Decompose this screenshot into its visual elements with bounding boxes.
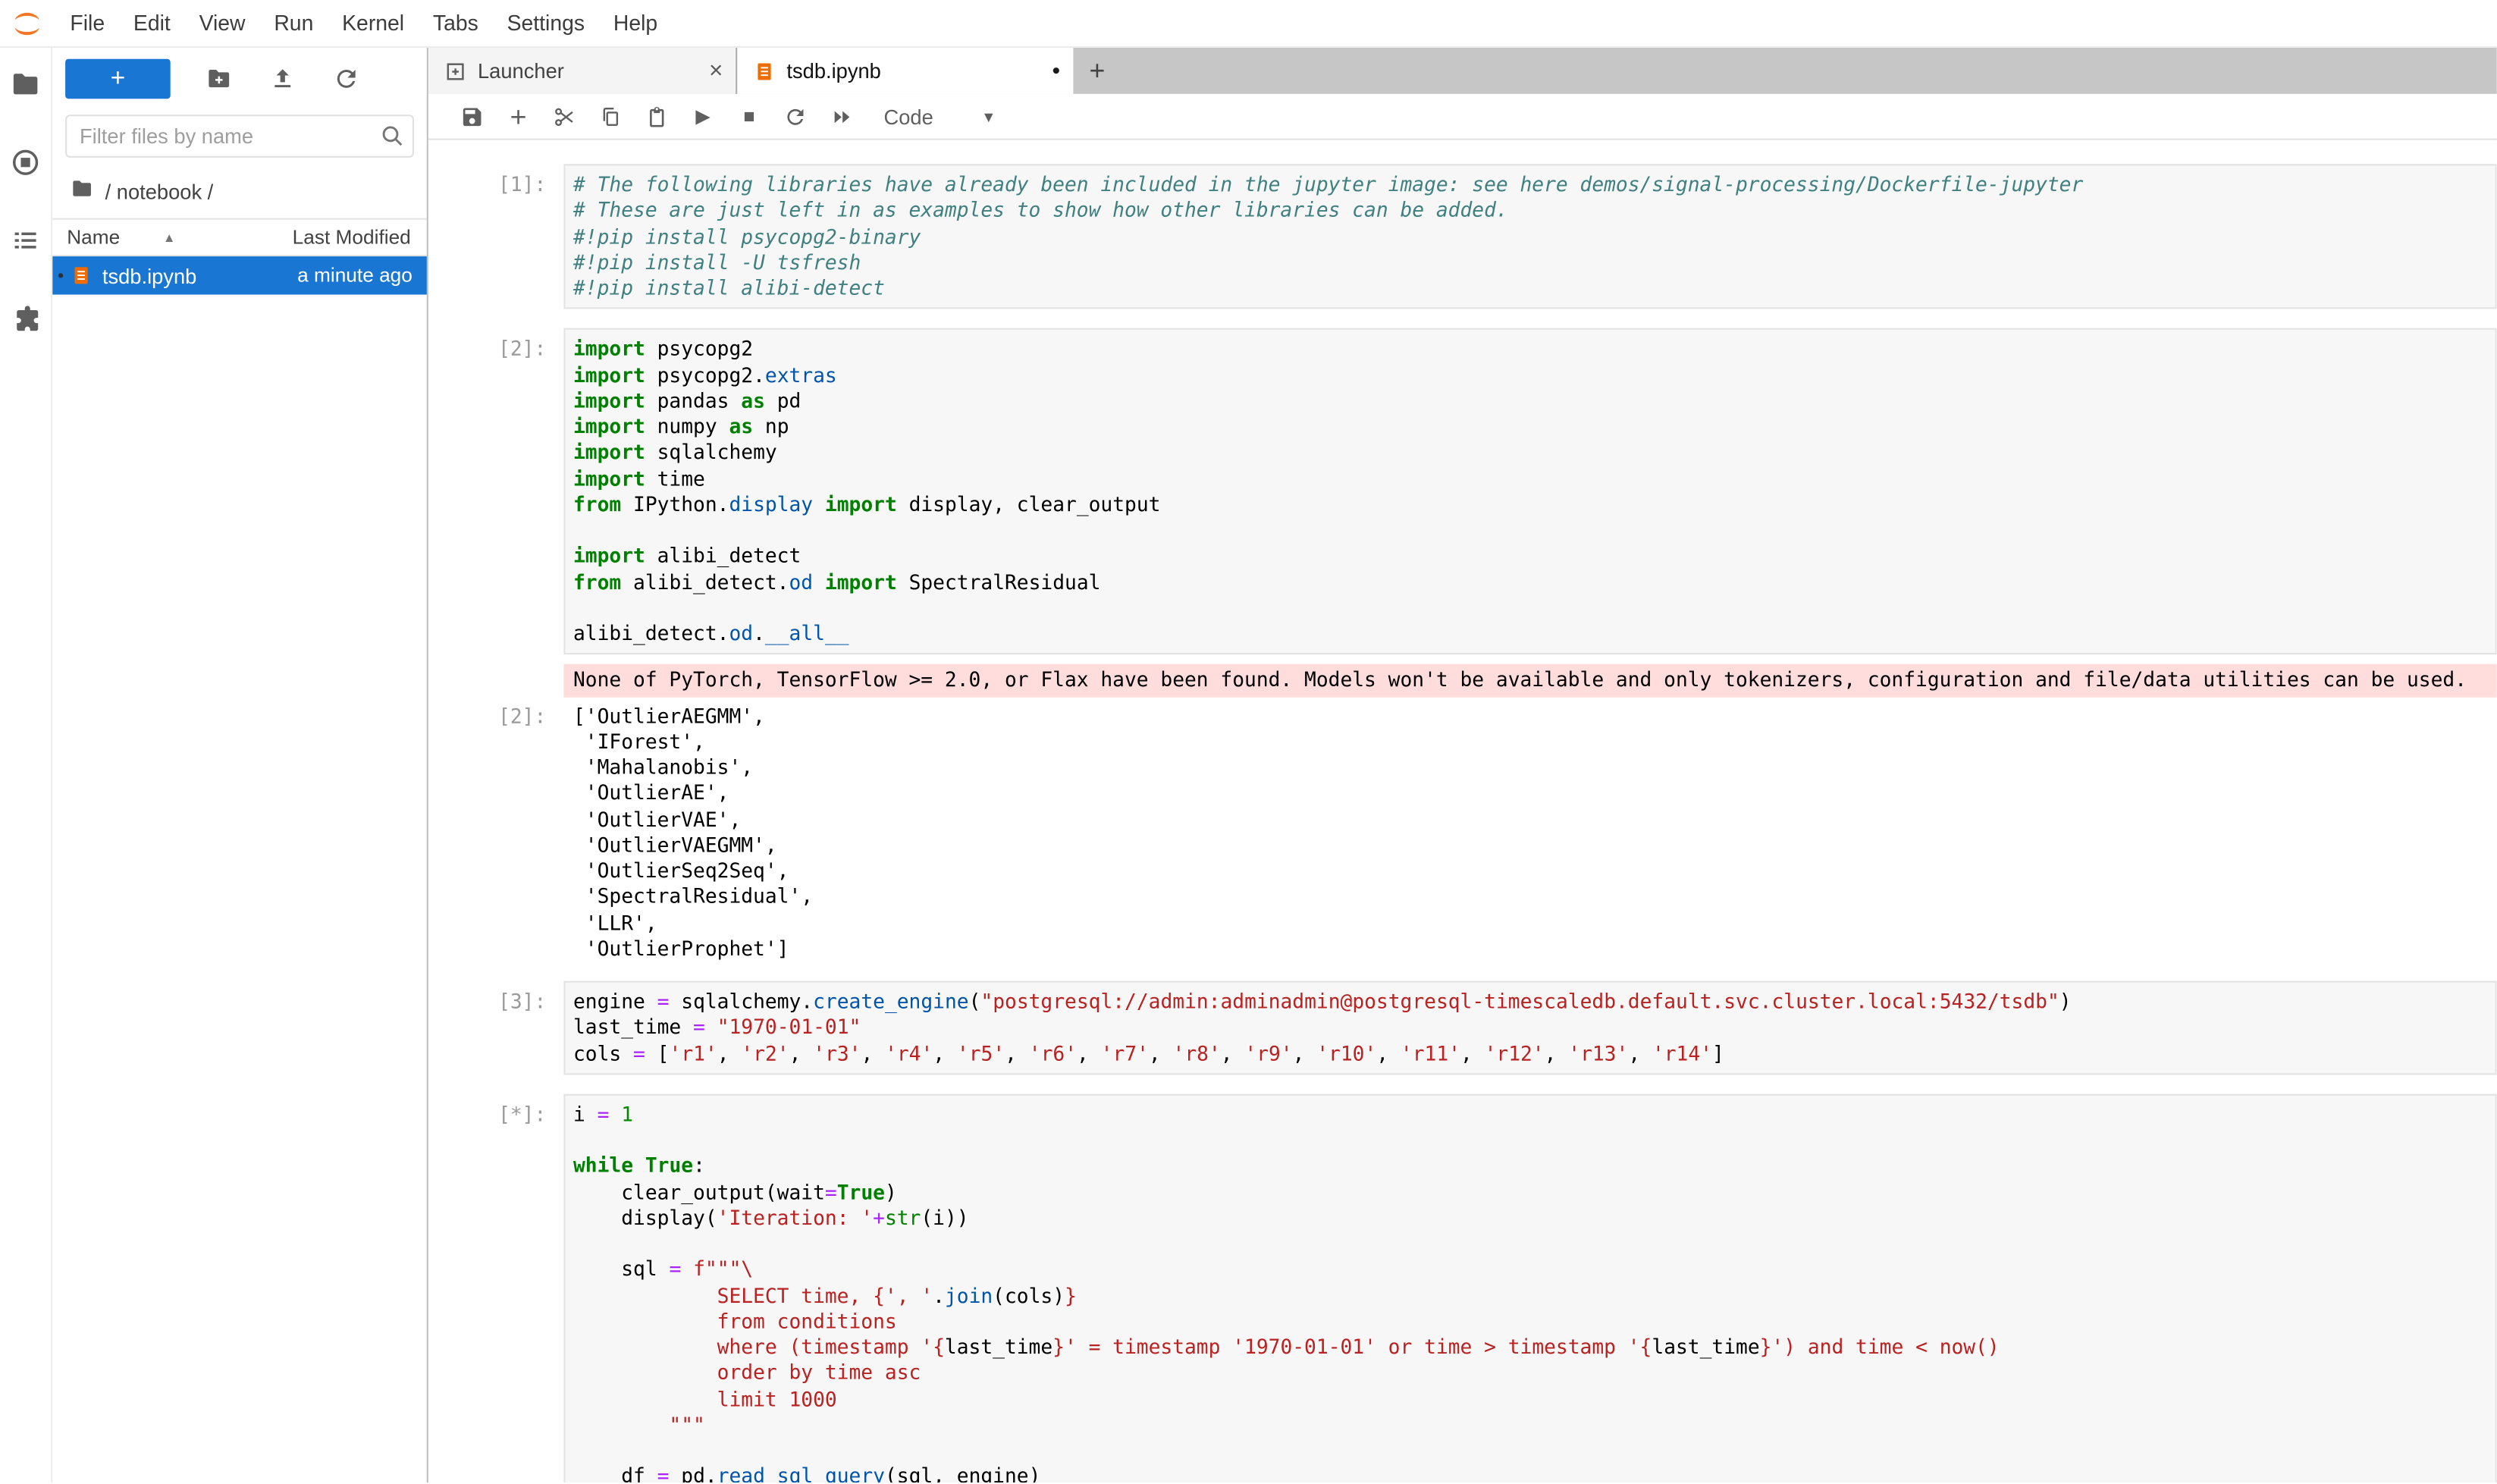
tab-label: tsdb.ipynb bbox=[786, 59, 880, 83]
filter-files-input[interactable] bbox=[65, 115, 414, 158]
file-browser-toolbar: + bbox=[52, 48, 427, 107]
run-cell-button[interactable]: ▶ bbox=[680, 97, 726, 135]
restart-kernel-button[interactable] bbox=[772, 97, 818, 135]
output-prompt: [2]: bbox=[428, 703, 564, 962]
extension-manager-icon[interactable] bbox=[10, 303, 42, 334]
save-button[interactable] bbox=[449, 97, 495, 135]
menu-help[interactable]: Help bbox=[599, 11, 672, 35]
home-folder-icon[interactable] bbox=[70, 177, 94, 206]
upload-button[interactable] bbox=[250, 60, 314, 98]
launcher-icon bbox=[444, 60, 466, 82]
unsaved-dot-icon[interactable]: ● bbox=[1052, 64, 1060, 78]
filter-files bbox=[65, 115, 414, 158]
paste-cells-button[interactable] bbox=[634, 97, 680, 135]
execution-prompt: [3]: bbox=[428, 981, 564, 1075]
breadcrumb: / notebook / bbox=[52, 167, 427, 216]
notebook-toolbar: ▶ ■ Code ▾ bbox=[428, 94, 2497, 140]
unsaved-dot-icon: ● bbox=[58, 270, 64, 281]
menu-run[interactable]: Run bbox=[259, 11, 328, 35]
jupyter-logo-icon bbox=[10, 5, 45, 40]
code-editor[interactable]: # The following libraries have already b… bbox=[563, 164, 2496, 309]
menu-bar: File Edit View Run Kernel Tabs Settings … bbox=[0, 0, 2497, 48]
output-prompt bbox=[428, 664, 564, 697]
execution-prompt: [*]: bbox=[428, 1093, 564, 1482]
sort-ascending-icon: ▲ bbox=[163, 230, 176, 244]
notebook-cell: [3]:engine = sqlalchemy.create_engine("p… bbox=[428, 981, 2497, 1075]
menu-view[interactable]: View bbox=[185, 11, 260, 35]
file-browser-icon[interactable] bbox=[10, 68, 42, 100]
notebook-cells: [1]:# The following libraries have alrea… bbox=[428, 164, 2497, 1482]
notebook-file-icon bbox=[753, 60, 775, 82]
menu-tabs[interactable]: Tabs bbox=[419, 11, 493, 35]
file-last-modified: a minute ago bbox=[297, 265, 413, 287]
menu-file[interactable]: File bbox=[56, 11, 120, 35]
search-icon bbox=[379, 123, 406, 150]
file-name: tsdb.ipynb bbox=[102, 264, 196, 288]
code-editor[interactable]: i = 1 while True: clear_output(wait=True… bbox=[563, 1093, 2496, 1482]
main-workspace: Launcher × tsdb.ipynb ● + bbox=[428, 48, 2497, 1482]
cell-type-value: Code bbox=[884, 105, 933, 129]
copy-cells-button[interactable] bbox=[588, 97, 634, 135]
refresh-button[interactable] bbox=[314, 60, 378, 98]
file-browser: + / notebo bbox=[52, 48, 428, 1482]
file-listing-header: Name ▲ Last Modified bbox=[52, 218, 427, 256]
chevron-down-icon: ▾ bbox=[984, 106, 993, 127]
code-editor[interactable]: import psycopg2import psycopg2.extrasimp… bbox=[563, 328, 2496, 654]
insert-cell-button[interactable] bbox=[495, 97, 541, 135]
notebook-file-icon bbox=[71, 265, 93, 287]
tab-bar: Launcher × tsdb.ipynb ● + bbox=[428, 48, 2497, 94]
notebook-cell: [2]:import psycopg2import psycopg2.extra… bbox=[428, 328, 2497, 962]
notebook-cell: [*]:i = 1 while True: clear_output(wait=… bbox=[428, 1093, 2497, 1482]
notebook-cell: [1]:# The following libraries have alrea… bbox=[428, 164, 2497, 309]
file-row-tsdb-ipynb[interactable]: ● tsdb.ipynb a minute ago bbox=[52, 256, 427, 294]
restart-run-all-button[interactable] bbox=[818, 97, 864, 135]
activity-bar bbox=[0, 48, 52, 1482]
interrupt-kernel-button[interactable]: ■ bbox=[726, 97, 773, 135]
close-icon[interactable]: × bbox=[709, 59, 723, 83]
execution-prompt: [1]: bbox=[428, 164, 564, 309]
cell-type-dropdown[interactable]: Code ▾ bbox=[884, 105, 993, 129]
menu-kernel[interactable]: Kernel bbox=[328, 11, 419, 35]
new-launcher-button[interactable]: + bbox=[65, 59, 171, 99]
new-tab-button[interactable]: + bbox=[1073, 48, 1121, 94]
execution-prompt: [2]: bbox=[428, 328, 564, 654]
new-folder-button[interactable] bbox=[187, 60, 250, 98]
breadcrumb-path[interactable]: / notebook / bbox=[105, 179, 214, 203]
table-of-contents-icon[interactable] bbox=[10, 224, 42, 256]
execute-result: ['OutlierAEGMM', 'IForest', 'Mahalanobis… bbox=[563, 703, 2496, 962]
cut-cells-button[interactable] bbox=[541, 97, 588, 135]
menu-settings[interactable]: Settings bbox=[493, 11, 599, 35]
tab-launcher[interactable]: Launcher × bbox=[428, 48, 737, 94]
code-editor[interactable]: engine = sqlalchemy.create_engine("postg… bbox=[563, 981, 2496, 1075]
column-header-name[interactable]: Name ▲ bbox=[67, 226, 175, 248]
menu-edit[interactable]: Edit bbox=[119, 11, 185, 35]
column-header-last-modified[interactable]: Last Modified bbox=[293, 226, 411, 248]
tab-tsdb-ipynb[interactable]: tsdb.ipynb ● bbox=[737, 48, 1073, 94]
name-header-label: Name bbox=[67, 226, 120, 248]
running-kernels-icon[interactable] bbox=[10, 146, 42, 178]
notebook[interactable]: [1]:# The following libraries have alrea… bbox=[428, 140, 2497, 1482]
jupyterlab-window: File Edit View Run Kernel Tabs Settings … bbox=[0, 0, 2497, 1484]
tab-label: Launcher bbox=[478, 59, 564, 83]
stderr-output: None of PyTorch, TensorFlow >= 2.0, or F… bbox=[563, 664, 2496, 697]
